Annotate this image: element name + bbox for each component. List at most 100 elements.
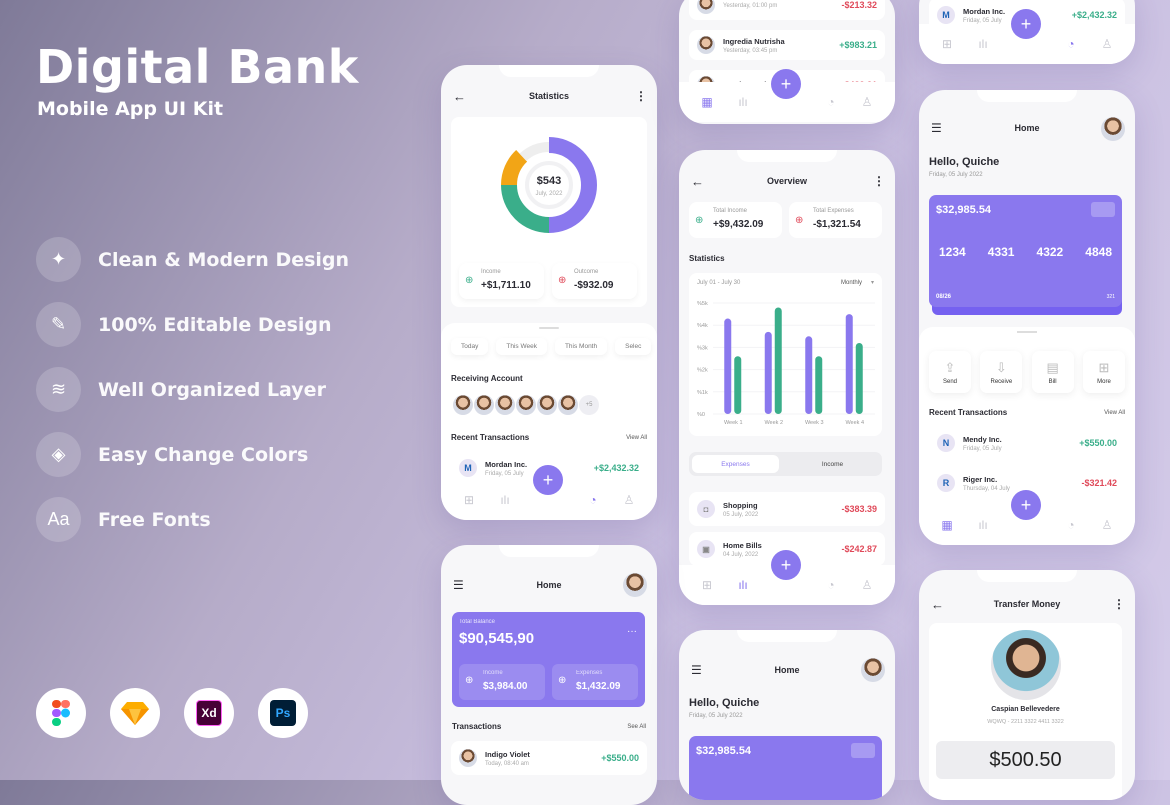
grid-icon[interactable]: ⊞ (940, 37, 954, 51)
grid-icon[interactable]: ▦ (700, 95, 714, 109)
bar-chart: %0 %1k %2k %3k %4k %5k Week 1 Week 2 Week 3 Week … (697, 301, 875, 426)
avatar[interactable] (623, 573, 647, 597)
avatar[interactable] (861, 658, 885, 682)
grid-icon[interactable]: ⊞ (462, 493, 476, 507)
more-accounts-badge[interactable]: +5 (579, 395, 599, 415)
sheet-handle[interactable] (539, 327, 559, 329)
income-box: ⊕ Income $3,984.00 (459, 664, 545, 700)
pie-chart-icon[interactable]: ◔ (1064, 518, 1078, 532)
action-more-button[interactable]: ⊞ More (1082, 351, 1125, 393)
item-amount: -$383.39 (841, 504, 877, 514)
expense-row[interactable]: ◘ Shopping 05 July, 2022 -$383.39 (689, 492, 885, 526)
upload-icon: ⇪ (944, 359, 956, 375)
add-button[interactable]: + (1011, 490, 1041, 520)
bar-chart-icon[interactable]: ılı (736, 95, 750, 109)
menu-icon[interactable]: ☰ (453, 578, 464, 592)
account-avatar[interactable] (516, 395, 536, 415)
card-number-group: 1234 (939, 245, 966, 259)
arrow-down-circle-icon: ⊕ (558, 275, 567, 286)
more-horizontal-icon[interactable]: ··· (627, 626, 637, 637)
add-button[interactable]: + (771, 550, 801, 580)
total-income-label: Total Income (713, 208, 748, 214)
transaction-row[interactable]: Ingredia Nutrisha Yesterday, 03:45 pm +$98… (689, 30, 885, 60)
xd-logo-icon: Xd (184, 688, 234, 738)
account-avatar[interactable] (495, 395, 515, 415)
menu-icon[interactable]: ☰ (931, 121, 942, 135)
bar-green-2 (774, 307, 782, 414)
statistics-screen: ← Statistics ⋮ $543 July, 2022 ⊕ Income … (441, 65, 657, 520)
total-expenses-card: ⊕ Total Expenses -$1,321.54 (789, 202, 882, 238)
pie-chart-icon[interactable]: ◔ (824, 578, 838, 592)
period-dropdown[interactable]: Monthly (841, 280, 862, 286)
pie-chart-icon[interactable]: ◔ (586, 493, 600, 507)
x-tick-label: Week 1 (724, 420, 743, 426)
add-button[interactable]: + (1011, 9, 1041, 39)
account-avatar[interactable] (558, 395, 578, 415)
view-all-link[interactable]: View All (1104, 410, 1125, 416)
account-avatar[interactable] (474, 395, 494, 415)
view-all-link[interactable]: View All (626, 435, 647, 441)
feature-list: ✦ Clean & Modern Design ✎ 100% Editable Des… (36, 237, 349, 562)
filter-chip[interactable]: This Month (554, 338, 608, 355)
grid-icon[interactable]: ⊞ (700, 578, 714, 592)
x-tick-label: Week 3 (805, 420, 824, 426)
pie-chart-icon[interactable]: ◔ (1064, 37, 1078, 51)
action-send-button[interactable]: ⇪ Send (929, 351, 971, 393)
more-vertical-icon[interactable]: ⋮ (873, 174, 885, 188)
action-bill-button[interactable]: ▤ Bill (1031, 351, 1074, 393)
bank-card[interactable]: $32,985.54 (689, 736, 882, 800)
bar-chart-icon[interactable]: ılı (976, 37, 990, 51)
add-button[interactable]: + (771, 69, 801, 99)
more-vertical-icon[interactable]: ⋮ (635, 89, 647, 103)
chevron-down-icon[interactable]: ▾ (871, 279, 874, 286)
transactions-title: Transactions (452, 722, 502, 731)
donut-segment-empty (519, 142, 550, 162)
transaction-row[interactable]: N Mendy Inc. Friday, 05 July +$550.00 (929, 426, 1125, 460)
menu-icon[interactable]: ☰ (691, 663, 702, 677)
card-number-group: 4322 (1036, 245, 1064, 259)
more-vertical-icon[interactable]: ⋮ (1113, 597, 1125, 611)
add-button[interactable]: + (533, 465, 563, 495)
bar-chart-icon[interactable]: ılı (498, 493, 512, 507)
total-income-card: ⊕ Total Income +$9,432.09 (689, 202, 782, 238)
user-icon[interactable]: ♙ (1100, 518, 1114, 532)
filter-chip[interactable]: This Week (496, 338, 547, 355)
bar-green-4 (855, 342, 863, 414)
transaction-row[interactable]: Indigo Violet Today, 08:40 am +$550.00 (451, 741, 647, 775)
filter-chip[interactable]: Today (451, 338, 489, 355)
sheet-handle[interactable] (1017, 331, 1037, 333)
account-avatar[interactable] (453, 395, 473, 415)
bar-chart-icon[interactable]: ılı (736, 578, 750, 592)
card-expiry: 08/26 (936, 294, 952, 300)
back-arrow-icon[interactable]: ← (931, 597, 944, 612)
balance-card: Total Balance $90,545,90 ··· ⊕ Income $3… (452, 612, 645, 707)
tab-expenses[interactable]: Expenses (692, 455, 779, 473)
tool-logos: Xd Ps (36, 688, 332, 738)
user-icon[interactable]: ♙ (622, 493, 636, 507)
back-arrow-icon[interactable]: ← (691, 174, 704, 189)
user-icon[interactable]: ♙ (860, 578, 874, 592)
amount-input[interactable]: $500.50 (936, 741, 1115, 779)
grid-icon[interactable]: ▦ (940, 518, 954, 532)
total-expenses-label: Total Expenses (813, 208, 854, 214)
bank-card[interactable]: $32,985.54 1234 4331 4322 4848 08/26 321 (929, 195, 1122, 307)
user-icon[interactable]: ♙ (1100, 37, 1114, 51)
back-arrow-icon[interactable]: ← (453, 89, 466, 104)
action-receive-button[interactable]: ⇩ Receive (980, 351, 1023, 393)
transaction-row[interactable]: Yesterday, 01:00 pm -$213.32 (689, 0, 885, 20)
avatar[interactable] (1101, 117, 1125, 141)
account-avatar[interactable] (537, 395, 557, 415)
bottom-sheet: ⇪ Send ⇩ Receive ▤ Bill ⊞ More Recent Transacti… (919, 327, 1135, 507)
bar-chart-icon[interactable]: ılı (976, 518, 990, 532)
card-number: 1234 4331 4322 4848 (939, 245, 1112, 259)
avatar (459, 749, 477, 767)
user-icon[interactable]: ♙ (860, 95, 874, 109)
tab-income[interactable]: Income (786, 455, 879, 473)
recent-transactions-title: Recent Transactions (929, 408, 1008, 417)
arrow-up-circle-icon: ⊕ (695, 215, 704, 226)
see-all-link[interactable]: See All (627, 724, 646, 730)
filter-chip[interactable]: Selec (615, 338, 652, 355)
balance-value: $90,545,90 (459, 630, 535, 647)
pie-chart-icon[interactable]: ◔ (824, 95, 838, 109)
